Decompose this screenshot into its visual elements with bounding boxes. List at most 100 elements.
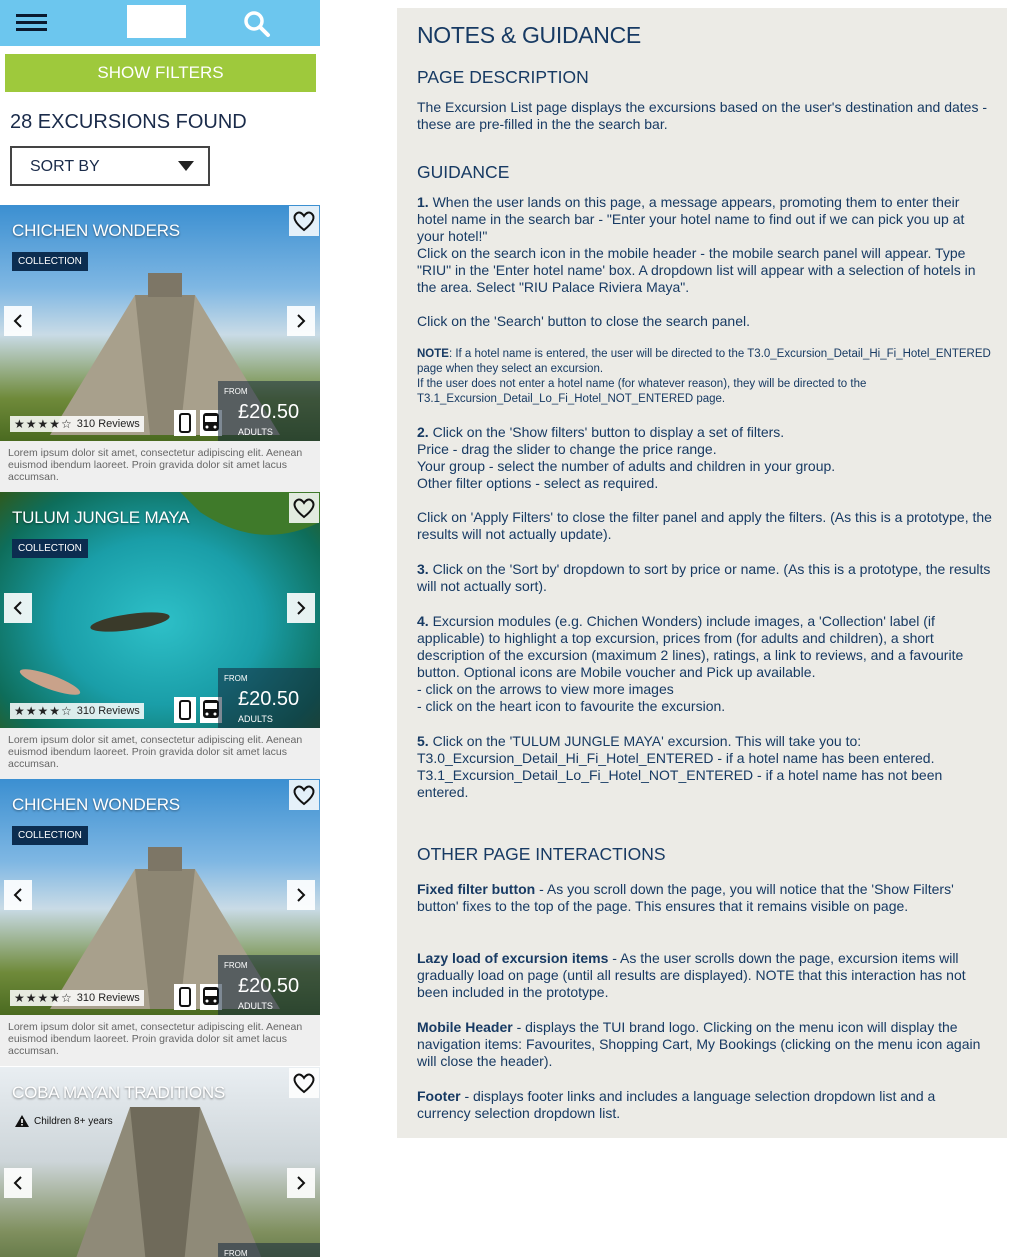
other-interactions-heading: OTHER PAGE INTERACTIONS: [417, 844, 666, 864]
price-box: FROM £20.50 ADULTS: [218, 381, 320, 441]
search-icon[interactable]: [242, 9, 272, 39]
excursion-card[interactable]: CHICHEN WONDERS COLLECTION ★★★★☆ 310 Rev…: [0, 779, 320, 1066]
price-amount: £20.50: [238, 688, 300, 710]
excursion-description: Lorem ipsum dolor sit amet, consectetur …: [0, 441, 320, 492]
guidance-step-1-search: Click on the 'Search' button to close th…: [417, 313, 750, 329]
price-unit: ADULTS: [238, 714, 273, 724]
step-text: T3.0_Excursion_Detail_Hi_Fi_Hotel_ENTERE…: [417, 750, 935, 766]
reviews-link[interactable]: 310 Reviews: [77, 416, 140, 432]
note-text: If the user does not enter a hotel name …: [417, 378, 867, 405]
excursion-title[interactable]: CHICHEN WONDERS: [12, 221, 180, 241]
guidance-step-5: 5. Click on the 'TULUM JUNGLE MAYA' excu…: [417, 733, 992, 801]
price-box: FROM: [218, 1243, 320, 1257]
interaction-footer: Footer - displays footer links and inclu…: [417, 1088, 992, 1122]
guidance-step-4: 4. Excursion modules (e.g. Chichen Wonde…: [417, 613, 992, 715]
reviews-link[interactable]: 310 Reviews: [77, 990, 140, 1006]
step-number: 4.: [417, 613, 429, 629]
price-box: FROM £20.50 ADULTS: [218, 955, 320, 1015]
page-description-heading: PAGE DESCRIPTION: [417, 67, 589, 87]
guidance-step-1: 1. When the user lands on this page, a m…: [417, 194, 992, 296]
guidance-step-2-apply: Click on 'Apply Filters' to close the fi…: [417, 509, 992, 542]
interaction-fixed-filter: Fixed filter button - As you scroll down…: [417, 881, 992, 915]
warning-icon: [15, 1115, 29, 1127]
step-number: 5.: [417, 733, 429, 749]
step-text: Click on the 'Sort by' dropdown to sort …: [417, 561, 991, 594]
page-description-text: The Excursion List page displays the exc…: [417, 99, 988, 132]
chevron-right-icon[interactable]: [287, 1168, 315, 1198]
interaction-lazy-load: Lazy load of excursion items - As the us…: [417, 950, 992, 1001]
interaction-label: Lazy load of excursion items: [417, 950, 609, 966]
guidance-note: NOTE: If a hotel name is entered, the us…: [417, 347, 992, 407]
heart-icon[interactable]: [289, 493, 319, 523]
results-count: 28 EXCURSIONS FOUND: [10, 111, 247, 133]
guidance-heading: GUIDANCE: [417, 162, 510, 182]
interaction-mobile-header: Mobile Header - displays the TUI brand l…: [417, 1019, 992, 1070]
star-rating: ★★★★☆: [14, 704, 73, 718]
caret-down-icon: [178, 161, 194, 171]
step-text: When the user lands on this page, a mess…: [417, 194, 965, 244]
step-text: Your group - select the number of adults…: [417, 458, 836, 474]
chevron-left-icon[interactable]: [4, 880, 32, 910]
interaction-label: Mobile Header: [417, 1019, 513, 1035]
collection-badge: COLLECTION: [12, 252, 88, 271]
excursion-title[interactable]: TULUM JUNGLE MAYA: [12, 508, 190, 528]
excursion-image: CHICHEN WONDERS COLLECTION ★★★★☆ 310 Rev…: [0, 205, 320, 441]
age-warning: Children 8+ years: [14, 1114, 113, 1128]
show-filters-button[interactable]: SHOW FILTERS: [5, 54, 316, 92]
star-rating: ★★★★☆: [14, 991, 73, 1005]
chevron-left-icon[interactable]: [4, 1168, 32, 1198]
step-number: 2.: [417, 424, 429, 440]
price-unit: ADULTS: [238, 1001, 273, 1011]
excursion-card[interactable]: TULUM JUNGLE MAYA COLLECTION ★★★★☆ 310 R…: [0, 492, 320, 779]
step-text: Excursion modules (e.g. Chichen Wonders)…: [417, 613, 964, 680]
step-text: Click on the 'Show filters' button to di…: [432, 424, 785, 440]
step-text: Click on the 'TULUM JUNGLE MAYA' excursi…: [432, 733, 862, 749]
excursion-description: Lorem ipsum dolor sit amet, consectetur …: [0, 728, 320, 779]
interaction-label: Fixed filter button: [417, 881, 536, 897]
notes-title: NOTES & GUIDANCE: [417, 22, 641, 48]
star-rating: ★★★★☆: [14, 417, 73, 431]
price-amount: £20.50: [238, 975, 300, 997]
heart-icon[interactable]: [289, 780, 319, 810]
collection-badge: COLLECTION: [12, 826, 88, 845]
chevron-left-icon[interactable]: [4, 593, 32, 623]
excursion-image: CHICHEN WONDERS COLLECTION ★★★★☆ 310 Rev…: [0, 779, 320, 1015]
chevron-left-icon[interactable]: [4, 306, 32, 336]
rating[interactable]: ★★★★☆ 310 Reviews: [10, 990, 144, 1006]
menu-icon[interactable]: [16, 14, 47, 32]
mobile-voucher-icon: [174, 410, 196, 436]
price-from-label: FROM: [224, 387, 248, 396]
chevron-right-icon[interactable]: [287, 880, 315, 910]
excursion-card[interactable]: CHICHEN WONDERS COLLECTION ★★★★☆ 310 Rev…: [0, 205, 320, 492]
chevron-right-icon[interactable]: [287, 593, 315, 623]
rating[interactable]: ★★★★☆ 310 Reviews: [10, 416, 144, 432]
mobile-voucher-icon: [174, 697, 196, 723]
excursion-card[interactable]: COBA MAYAN TRADITIONS Children 8+ years …: [0, 1067, 320, 1257]
price-from-label: FROM: [224, 961, 248, 970]
step-text: Price - drag the slider to change the pr…: [417, 441, 717, 457]
rating[interactable]: ★★★★☆ 310 Reviews: [10, 703, 144, 719]
age-warning-text: Children 8+ years: [34, 1115, 113, 1127]
excursion-image: TULUM JUNGLE MAYA COLLECTION ★★★★☆ 310 R…: [0, 492, 320, 728]
excursion-image: COBA MAYAN TRADITIONS Children 8+ years …: [0, 1067, 320, 1257]
note-text: : If a hotel name is entered, the user w…: [417, 348, 991, 375]
brand-logo[interactable]: [127, 5, 186, 38]
price-from-label: FROM: [224, 674, 248, 683]
sort-by-dropdown[interactable]: SORT BY: [10, 146, 210, 186]
excursion-description: Lorem ipsum dolor sit amet, consectetur …: [0, 1015, 320, 1066]
mobile-header: [0, 0, 320, 46]
heart-icon[interactable]: [289, 206, 319, 236]
excursion-title[interactable]: COBA MAYAN TRADITIONS: [12, 1083, 225, 1103]
step-text: Click on the search icon in the mobile h…: [417, 245, 976, 295]
guidance-step-3: 3. Click on the 'Sort by' dropdown to so…: [417, 561, 992, 595]
excursion-title[interactable]: CHICHEN WONDERS: [12, 795, 180, 815]
chevron-right-icon[interactable]: [287, 306, 315, 336]
heart-icon[interactable]: [289, 1068, 319, 1098]
price-box: FROM £20.50 ADULTS: [218, 668, 320, 728]
step-text: T3.1_Excursion_Detail_Lo_Fi_Hotel_NOT_EN…: [417, 767, 943, 800]
step-text: Other filter options - select as require…: [417, 475, 659, 491]
feature-icons: [174, 984, 222, 1010]
feature-icons: [174, 410, 222, 436]
reviews-link[interactable]: 310 Reviews: [77, 703, 140, 719]
price-unit: ADULTS: [238, 427, 273, 437]
